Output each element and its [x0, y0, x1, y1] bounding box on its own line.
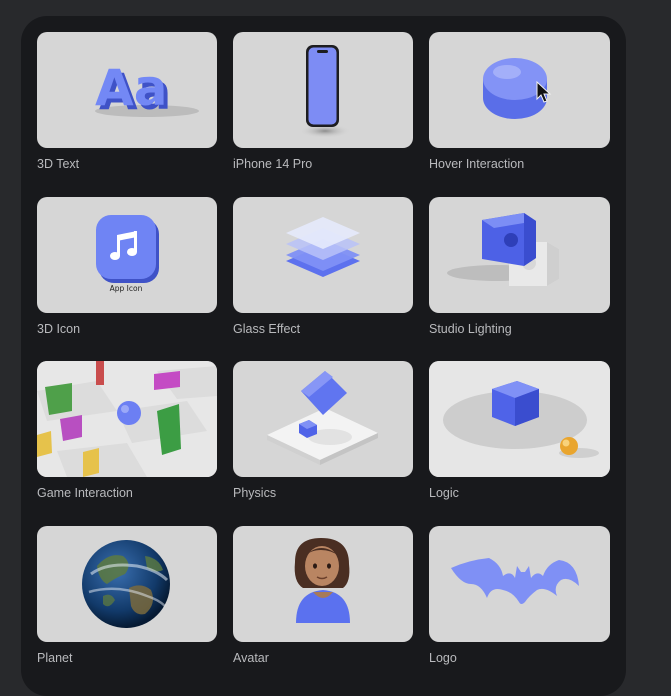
examples-grid: Aa Aa 3D Text iPhone 14 Pro Hover Intera… [37, 32, 610, 690]
thumbnail-logic [429, 361, 610, 477]
card-label: Physics [233, 486, 277, 500]
card-avatar[interactable]: Avatar [233, 525, 413, 691]
card-label: Game Interaction [37, 486, 133, 500]
thumbnail-game [37, 361, 217, 477]
examples-panel: Aa Aa 3D Text iPhone 14 Pro Hover Intera… [21, 16, 626, 696]
card-logic[interactable]: Logic [429, 361, 610, 526]
app-icon-art: App Icon [96, 214, 159, 293]
card-label: Glass Effect [233, 321, 301, 336]
card-label: 3D Icon [37, 321, 81, 336]
card-physics[interactable]: Physics [233, 361, 413, 526]
card-glass-effect[interactable]: Glass Effect [233, 196, 413, 362]
card-label: Hover Interaction [429, 157, 525, 171]
thumbnail-3d-text: Aa Aa [37, 32, 217, 148]
iphone-art [299, 45, 351, 138]
logo-art [451, 557, 579, 604]
hover-art [483, 58, 552, 119]
thumbnail-studio [429, 196, 610, 313]
game-art [37, 361, 217, 477]
logic-art [429, 361, 610, 477]
app-icon-caption: App Icon [110, 284, 143, 293]
glass-art [286, 216, 360, 277]
studio-art [447, 212, 559, 286]
card-label: Logic [429, 486, 459, 500]
thumbnail-glass [233, 196, 413, 313]
card-studio-lighting[interactable]: Studio Lighting [429, 196, 610, 362]
thumbnail-3d-icon: App Icon [37, 196, 217, 313]
3d-text-art: Aa Aa [95, 59, 199, 121]
card-planet[interactable]: Planet [37, 525, 217, 691]
card-game-interaction[interactable]: Game Interaction [37, 361, 217, 526]
thumbnail-logo [429, 525, 610, 642]
thumbnail-hover [429, 32, 610, 148]
thumbnail-avatar [233, 525, 413, 642]
card-hover-interaction[interactable]: Hover Interaction [429, 32, 610, 197]
card-iphone-14-pro[interactable]: iPhone 14 Pro [233, 32, 413, 197]
thumbnail-iphone [233, 32, 413, 148]
card-label: Avatar [233, 650, 269, 665]
physics-art [267, 371, 378, 465]
card-label: 3D Text [37, 157, 80, 171]
planet-art [82, 539, 170, 628]
card-label: iPhone 14 Pro [233, 157, 313, 171]
card-label: Logo [429, 650, 457, 665]
thumbnail-planet [37, 525, 217, 642]
card-logo[interactable]: Logo [429, 525, 610, 691]
card-3d-text[interactable]: Aa Aa 3D Text [37, 32, 217, 197]
card-3d-icon[interactable]: App Icon 3D Icon [37, 196, 217, 362]
avatar-art [294, 537, 350, 623]
card-label: Planet [37, 650, 73, 665]
card-label: Studio Lighting [429, 321, 512, 336]
thumbnail-physics [233, 361, 413, 477]
3d-text-glyphs: Aa [95, 59, 167, 117]
